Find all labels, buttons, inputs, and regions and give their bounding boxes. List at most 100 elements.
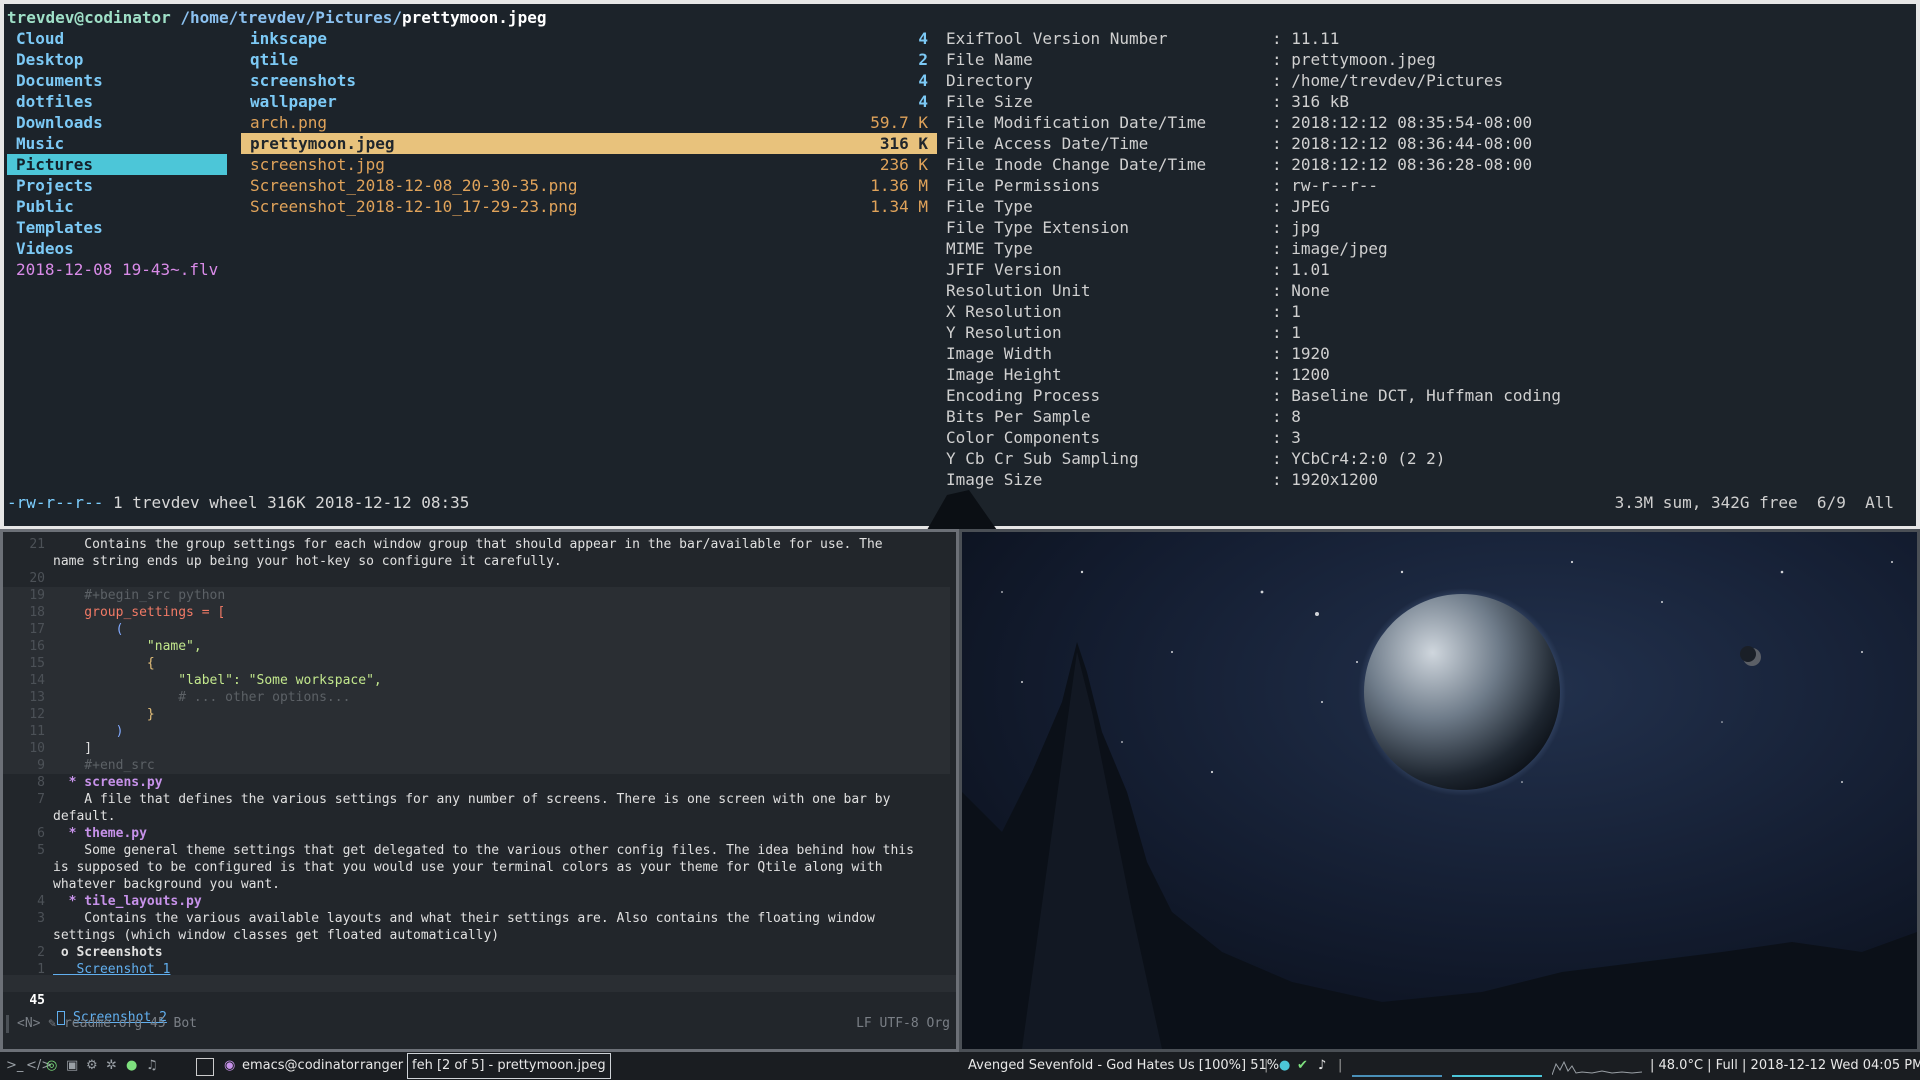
file-size: 4 [918, 92, 928, 111]
line-number: 18 [29, 605, 45, 620]
editor-line: whatever background you want. [3, 876, 956, 893]
moon-wallpaper-image [962, 532, 1917, 1049]
file-row[interactable]: arch.png 59.7 K [241, 112, 937, 133]
window-gap-decoration [927, 490, 997, 530]
file-row[interactable]: Screenshot_2018-12-08_20-30-35.png 1.36 M [241, 175, 937, 196]
separator: | [1264, 1058, 1269, 1073]
line-number: 21 [29, 537, 45, 552]
image-icon[interactable]: ▣ [66, 1058, 78, 1073]
file-row[interactable]: qtile 2 [241, 49, 937, 70]
exif-key: Color Components [946, 428, 1101, 447]
exif-key: File Modification Date/Time [946, 113, 1207, 132]
exif-value: : Baseline DCT, Huffman coding [1272, 386, 1561, 405]
file-row[interactable]: screenshots 4 [241, 70, 937, 91]
line-text: "name", [53, 639, 202, 654]
exif-key: JFIF Version [946, 260, 1062, 279]
parent-dir-item[interactable]: Public [16, 196, 228, 217]
memory-graph [1452, 1056, 1542, 1077]
terminal-icon[interactable]: >_ [6, 1058, 23, 1073]
file-name: screenshot.jpg [250, 155, 385, 174]
editor-line: 18 group_settings = [ [3, 604, 950, 621]
file-size: 236 K [879, 155, 928, 174]
editor-line: 8 * screens.py [3, 774, 956, 791]
parent-dir-item[interactable]: Cloud [16, 28, 228, 49]
line-number: 15 [29, 656, 45, 671]
file-row[interactable]: prettymoon.jpeg 316 K [241, 133, 937, 154]
file-info: 1 trevdev wheel 316K 2018-12-12 08:35 [103, 493, 470, 512]
editor-line: 3 Contains the various available layouts… [3, 910, 956, 927]
editor-line: 13 # ... other options... [3, 689, 950, 706]
parent-dir-item[interactable]: Videos [16, 238, 228, 259]
exif-value: : 316 kB [1272, 92, 1350, 111]
file-size: 316 K [879, 134, 928, 153]
line-number: 12 [29, 707, 45, 722]
parent-dir-item[interactable]: Documents [16, 70, 228, 91]
line-number: 10 [29, 741, 45, 756]
file-row[interactable]: inkscape 4 [241, 28, 937, 49]
exif-value: : 1920x1200 [1272, 470, 1378, 489]
exif-key: Directory [946, 71, 1033, 90]
layout-icon[interactable] [196, 1058, 214, 1076]
exif-value: : 2018:12:12 08:36:28-08:00 [1272, 155, 1533, 174]
line-text: settings (which window classes get float… [53, 928, 500, 943]
parent-dir-item[interactable]: Templates [16, 217, 228, 238]
exif-key: Bits Per Sample [946, 407, 1091, 426]
task-ranger[interactable]: ranger [360, 1052, 403, 1080]
parent-dir-item[interactable]: Music [16, 133, 228, 154]
line-text: A file that defines the various settings… [53, 792, 891, 807]
exif-key: Encoding Process [946, 386, 1101, 405]
exif-key: Y Cb Cr Sub Sampling [946, 449, 1139, 468]
parent-dir-item[interactable]: Desktop [16, 49, 228, 70]
task-feh[interactable]: feh [2 of 5] - prettymoon.jpeg [407, 1053, 611, 1079]
line-number: 20 [29, 571, 45, 586]
path-dir: /home/trevdev/Pictures/ [180, 8, 402, 27]
cpu-graph [1352, 1056, 1442, 1077]
path-file: prettymoon.jpeg [401, 8, 547, 27]
emacs-window[interactable]: 21 Contains the group settings for each … [0, 529, 959, 1052]
gear-icon[interactable]: ✲ [106, 1058, 117, 1073]
file-name: prettymoon.jpeg [250, 134, 395, 153]
line-text: #+end_src [53, 758, 155, 773]
parent-dir-item[interactable]: Downloads [16, 112, 228, 133]
exif-value: : YCbCr4:2:0 (2 2) [1272, 449, 1446, 468]
editor-line: 11 ) [3, 723, 950, 740]
exif-key: File Type [946, 197, 1033, 216]
ranger-window[interactable]: trevdev@codinator /home/trevdev/Pictures… [0, 0, 1920, 529]
file-row[interactable]: screenshot.jpg 236 K [241, 154, 937, 175]
line-number: 2 [37, 945, 45, 960]
line-text: * tile_layouts.py [53, 894, 202, 909]
settings-icon[interactable]: ⚙ [86, 1058, 98, 1073]
line-text: o Screenshots [53, 945, 163, 960]
parent-dir-item[interactable]: dotfiles [16, 91, 228, 112]
exif-value: : 1 [1272, 302, 1301, 321]
file-row[interactable]: wallpaper 4 [241, 91, 937, 112]
file-row[interactable]: Screenshot_2018-12-10_17-29-23.png 1.34 M [241, 196, 937, 217]
task-emacs[interactable]: emacs@codinator [242, 1052, 359, 1080]
network-graph [1552, 1060, 1642, 1075]
feh-image-viewer[interactable] [959, 529, 1920, 1052]
line-number: 9 [37, 758, 45, 773]
editor-line: 16 "name", [3, 638, 950, 655]
music-icon[interactable]: ♫ [146, 1058, 158, 1073]
parent-dir-item[interactable]: 2018-12-08 19-43~.flv [16, 259, 228, 280]
current-line[interactable]: 45 Screenshot 2 [3, 975, 956, 1025]
check-icon: ✔ [1297, 1058, 1308, 1073]
modeline-right: LF UTF-8 Org [856, 1016, 950, 1031]
browser-icon[interactable]: ◎ [46, 1058, 57, 1073]
editor-line: 9 #+end_src [3, 757, 950, 774]
exif-value: : 3 [1272, 428, 1301, 447]
editor-line: 6 * theme.py [3, 825, 956, 842]
editor-line: 14 "label": "Some workspace", [3, 672, 950, 689]
line-number: 5 [37, 843, 45, 858]
exif-value: : /home/trevdev/Pictures [1272, 71, 1504, 90]
ranger-path: trevdev@codinator /home/trevdev/Pictures… [7, 7, 546, 28]
file-name: Screenshot_2018-12-10_17-29-23.png [250, 197, 578, 216]
parent-dir-item[interactable]: Projects [16, 175, 228, 196]
exif-value: : 1 [1272, 323, 1301, 342]
chat-icon[interactable]: ● [126, 1058, 137, 1073]
exif-key: File Type Extension [946, 218, 1130, 237]
file-size: 59.7 K [870, 113, 928, 132]
parent-dir-item[interactable]: Pictures [7, 154, 227, 175]
editor-line: 12 } [3, 706, 950, 723]
network-icon: ● [1279, 1058, 1291, 1073]
